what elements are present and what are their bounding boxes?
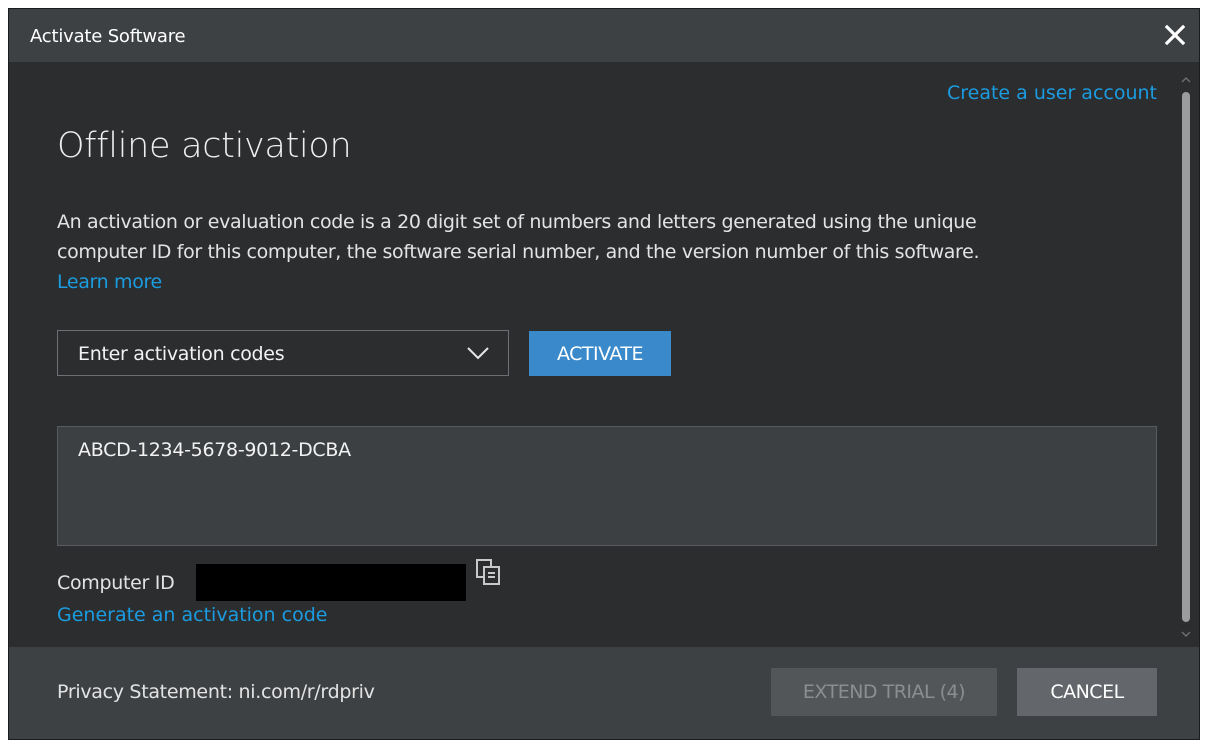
scroll-down-button[interactable] bbox=[1179, 626, 1193, 642]
scrollbar-thumb[interactable] bbox=[1182, 92, 1190, 622]
description-line-1: An activation or evaluation code is a 20… bbox=[57, 211, 977, 233]
description-line-2: computer ID for this computer, the softw… bbox=[57, 241, 980, 263]
activate-button[interactable]: ACTIVATE bbox=[529, 331, 671, 376]
page-title: Offline activation bbox=[57, 126, 352, 166]
close-button[interactable] bbox=[1161, 21, 1189, 49]
window-title: Activate Software bbox=[30, 26, 186, 47]
learn-more-link[interactable]: Learn more bbox=[57, 267, 1132, 297]
extend-trial-button: EXTEND TRIAL (4) bbox=[771, 668, 997, 716]
generate-activation-code-link[interactable]: Generate an activation code bbox=[57, 604, 327, 626]
copy-computer-id-button[interactable] bbox=[474, 558, 504, 588]
scroll-up-button[interactable] bbox=[1179, 72, 1193, 88]
dialog-content: Create a user account Offline activation… bbox=[9, 62, 1199, 647]
copy-icon bbox=[476, 559, 500, 585]
activation-codes-input[interactable]: ABCD-1234-5678-9012-DCBA bbox=[57, 426, 1157, 546]
close-icon bbox=[1164, 24, 1186, 46]
title-bar: Activate Software bbox=[9, 9, 1199, 62]
redacted-computer-id bbox=[196, 564, 466, 601]
privacy-statement: Privacy Statement: ni.com/r/rdpriv bbox=[57, 681, 375, 703]
activation-method-dropdown[interactable]: Enter activation codes bbox=[57, 330, 509, 376]
activation-description: An activation or evaluation code is a 20… bbox=[57, 207, 1132, 297]
create-user-account-link[interactable]: Create a user account bbox=[947, 82, 1157, 104]
activate-software-dialog: Activate Software Create a user account … bbox=[9, 9, 1199, 739]
dropdown-selected-value: Enter activation codes bbox=[78, 343, 285, 365]
chevron-up-icon bbox=[1181, 77, 1191, 83]
cancel-button[interactable]: CANCEL bbox=[1017, 668, 1157, 716]
chevron-down-icon bbox=[467, 347, 489, 360]
computer-id-label: Computer ID bbox=[57, 572, 175, 594]
vertical-scrollbar[interactable] bbox=[1179, 72, 1193, 642]
dialog-footer: Privacy Statement: ni.com/r/rdpriv EXTEN… bbox=[9, 647, 1199, 739]
chevron-down-small-icon bbox=[1181, 631, 1191, 637]
